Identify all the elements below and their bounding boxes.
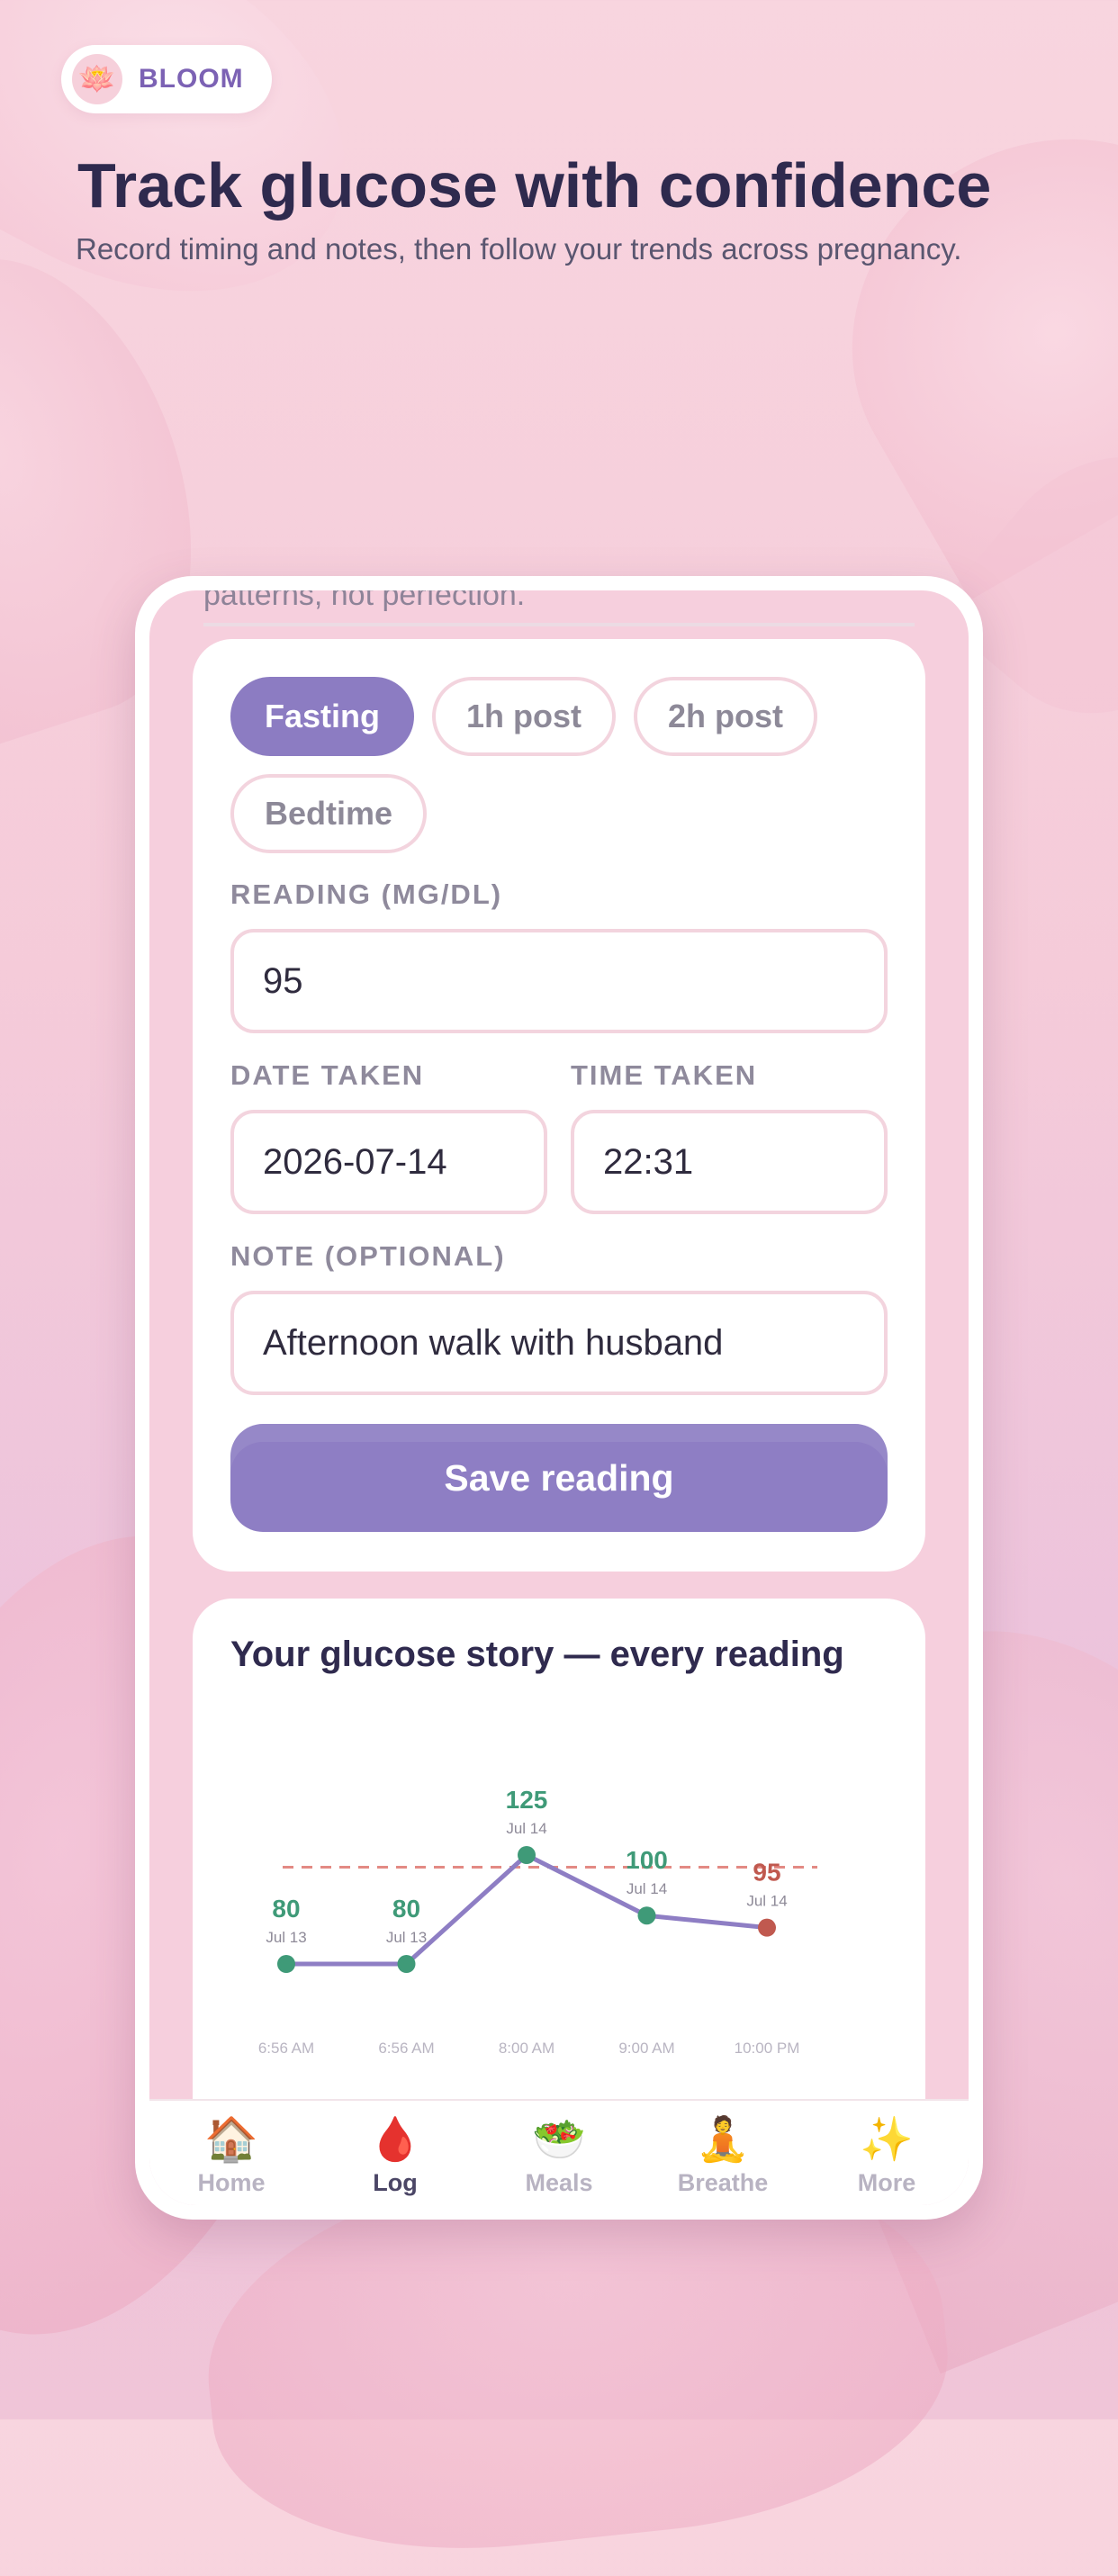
glucose-form-card: Fasting 1h post 2h post Bedtime READING (MG…	[193, 639, 925, 1572]
date-label: Jul 14	[506, 1820, 546, 1837]
data-point	[637, 1906, 656, 1925]
glucose-series-line	[286, 1852, 768, 1967]
time-label: TIME TAKEN	[571, 1059, 758, 1091]
x-tick-label: 9:00 AM	[618, 2040, 674, 2057]
data-point	[277, 1955, 295, 1973]
data-point	[397, 1955, 416, 1973]
tab-meals[interactable]: 🥗 Meals	[477, 2101, 641, 2205]
timing-chip-fasting[interactable]: Fasting	[230, 677, 415, 756]
tab-more[interactable]: ✨ More	[805, 2101, 969, 2205]
reading-input[interactable]: 95	[230, 929, 888, 1033]
background-petal	[780, 66, 1118, 600]
note-input[interactable]: Afternoon walk with husband	[230, 1291, 888, 1395]
x-tick-label: 6:56 AM	[378, 2040, 434, 2057]
time-input[interactable]: 22:31	[571, 1110, 888, 1214]
lotus-icon: 🪷	[72, 54, 122, 104]
app-screen[interactable]: patterns, not perfection. Fasting 1h post…	[149, 590, 969, 2205]
x-tick-label: 10:00 PM	[735, 2040, 800, 2057]
tab-label: More	[857, 2169, 916, 2196]
data-label: 125	[506, 1786, 548, 1814]
brand-badge: 🪷 BLOOM	[61, 45, 272, 113]
timing-chip-bedtime[interactable]: Bedtime	[230, 774, 428, 853]
date-input[interactable]: 2026-07-14	[230, 1110, 547, 1214]
save-reading-button[interactable]: Save reading	[230, 1424, 888, 1532]
brand-name: BLOOM	[139, 64, 244, 94]
tab-home[interactable]: 🏠 Home	[149, 2101, 313, 2205]
data-point	[758, 1918, 776, 1937]
date-label: Jul 14	[627, 1880, 667, 1897]
data-label: 80	[272, 1895, 300, 1923]
page-title: Track glucose with confidence	[77, 150, 992, 221]
tab-label: Log	[373, 2169, 418, 2196]
timing-chip-2h-post[interactable]: 2h post	[634, 677, 818, 756]
salad-icon: 🥗	[532, 2116, 586, 2164]
tab-label: Meals	[525, 2169, 593, 2196]
divider	[203, 623, 915, 626]
sparkles-icon: ✨	[860, 2116, 914, 2164]
page-subtitle: Record timing and notes, then follow you…	[76, 232, 962, 266]
timing-options: Fasting 1h post 2h post Bedtime	[230, 677, 897, 853]
reading-label: READING (MG/DL)	[230, 878, 503, 910]
blood-drop-icon: 🩸	[368, 2116, 422, 2164]
meditation-icon: 🧘	[696, 2116, 750, 2164]
date-label: Jul 14	[746, 1893, 787, 1910]
tab-breathe[interactable]: 🧘 Breathe	[641, 2101, 805, 2205]
tab-log[interactable]: 🩸 Log	[313, 2101, 477, 2205]
note-label: NOTE (OPTIONAL)	[230, 1240, 506, 1272]
data-label: 100	[626, 1846, 668, 1874]
bottom-tab-bar: 🏠 Home 🩸 Log 🥗 Meals 🧘 Breathe ✨ More	[149, 2099, 969, 2205]
x-tick-label: 8:00 AM	[499, 2040, 554, 2057]
data-point	[518, 1846, 536, 1864]
data-label: 80	[392, 1895, 420, 1923]
home-icon: 🏠	[204, 2116, 258, 2164]
date-label: Jul 13	[386, 1929, 427, 1946]
tab-label: Breathe	[677, 2169, 769, 2196]
date-label: Jul 13	[266, 1929, 306, 1946]
data-label: 95	[753, 1859, 780, 1887]
date-label: DATE TAKEN	[230, 1059, 425, 1091]
tab-label: Home	[197, 2169, 266, 2196]
timing-chip-1h-post[interactable]: 1h post	[432, 677, 617, 756]
scrolled-text: patterns, not perfection.	[203, 590, 526, 612]
phone-frame: patterns, not perfection. Fasting 1h post…	[135, 576, 983, 2220]
x-tick-label: 6:56 AM	[258, 2040, 314, 2057]
